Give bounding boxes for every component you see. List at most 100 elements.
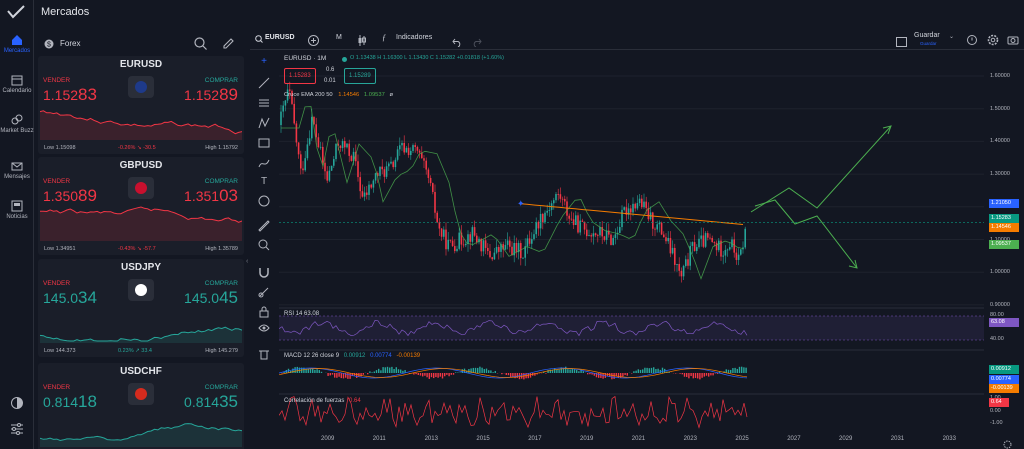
projection-icon[interactable]: [257, 137, 271, 149]
emoji-icon[interactable]: [257, 195, 271, 207]
eye-icon[interactable]: [257, 322, 271, 334]
buy-price-button[interactable]: 1.15289: [344, 68, 376, 84]
macd-histogram-bar: [433, 373, 435, 379]
candle-body: [645, 201, 647, 208]
candle-body: [533, 234, 535, 240]
macd-histogram-bar: [294, 367, 296, 373]
calendar-icon: [11, 75, 23, 86]
marker-icon: ✦: [517, 200, 525, 210]
pattern-icon[interactable]: [257, 117, 271, 129]
candle-body: [636, 203, 639, 209]
candle-body: [414, 145, 416, 147]
brush-icon[interactable]: [257, 157, 271, 169]
nav-item-market-buzz[interactable]: Market Buzz: [0, 114, 34, 135]
bid-price[interactable]: 1.35089: [43, 186, 97, 206]
candle-body: [713, 242, 716, 243]
candle-body: [451, 240, 454, 247]
candle-body: [682, 265, 685, 277]
candle-body: [410, 150, 412, 156]
macd-histogram-bar: [400, 369, 402, 373]
market-card[interactable]: USDJPY VENDER COMPRAR 145.034 145.045 Low 144…: [38, 259, 244, 357]
flag-disc: [135, 182, 147, 194]
lock-icon[interactable]: [257, 306, 271, 318]
svg-text:$: $: [47, 42, 51, 49]
sell-price-button[interactable]: 1.15283: [284, 68, 316, 84]
axis-settings-icon[interactable]: [1003, 436, 1012, 449]
market-card[interactable]: GBPUSD VENDER COMPRAR 1.35089 1.35103 Low 1.3…: [38, 157, 244, 255]
lock-drawing-icon[interactable]: [257, 286, 271, 298]
macd-histogram-bar: [598, 373, 600, 378]
bid-price[interactable]: 1.15283: [43, 85, 97, 105]
ask-price[interactable]: 0.81435: [184, 392, 238, 412]
market-card[interactable]: EURUSD VENDER COMPRAR 1.15283 1.15289 Low 1.1…: [38, 56, 244, 154]
macd-histogram-bar: [422, 373, 424, 377]
macd-histogram-bar: [417, 373, 419, 375]
macd-histogram-bar: [450, 373, 452, 375]
trendline-icon[interactable]: [257, 77, 271, 89]
macd-histogram-bar: [386, 366, 389, 373]
macd-tag: -0.00139: [989, 384, 1019, 393]
camera-icon[interactable]: [1007, 33, 1019, 51]
price-chart[interactable]: ✦: [279, 50, 984, 440]
macd-histogram-bar: [307, 368, 309, 373]
theme-toggle-icon[interactable]: [10, 396, 24, 415]
bid-price[interactable]: 0.81418: [43, 392, 97, 412]
candle-body: [447, 239, 449, 250]
ask-price[interactable]: 1.15289: [184, 85, 238, 105]
macd-histogram-bar: [626, 373, 628, 376]
candle-type-icon[interactable]: [357, 33, 367, 51]
collapse-panel-icon[interactable]: ‹: [246, 258, 248, 265]
magnet-icon[interactable]: [257, 266, 271, 278]
nav-item-mercados[interactable]: Mercados: [0, 34, 34, 55]
bid-price[interactable]: 145.034: [43, 288, 97, 308]
macd-value-2: 0.00774: [370, 353, 392, 359]
market-card[interactable]: USDCHF VENDER COMPRAR 0.81418 0.81435: [38, 363, 244, 449]
candle-body: [449, 239, 452, 241]
search-icon[interactable]: [194, 37, 207, 55]
fib-icon[interactable]: [257, 97, 271, 109]
zoom-in-icon[interactable]: [257, 239, 271, 251]
nav-item-noticias[interactable]: Noticias: [0, 200, 34, 221]
candle-body: [575, 215, 577, 226]
text-icon[interactable]: T: [257, 176, 271, 188]
gear-icon[interactable]: [987, 33, 999, 51]
interval-button[interactable]: M: [336, 34, 342, 41]
alert-icon[interactable]: [966, 33, 978, 51]
candle-body: [744, 228, 746, 248]
add-symbol-icon[interactable]: [308, 33, 319, 51]
trash-icon[interactable]: [257, 348, 271, 360]
cf-label: Correlación de fuerzas: [284, 398, 345, 404]
macd-value-3: -0.00139: [396, 353, 421, 359]
price-axis[interactable]: 1.600001.500001.400001.300001.200001.100…: [984, 50, 1024, 440]
candle-body: [495, 247, 498, 253]
settings-sliders-icon[interactable]: [10, 422, 24, 441]
ask-price[interactable]: 145.045: [184, 288, 238, 308]
edit-icon[interactable]: [222, 37, 235, 55]
ask-price[interactable]: 1.35103: [184, 186, 238, 206]
candle-body: [555, 194, 557, 201]
nav-item-mensajes[interactable]: Mensajes: [0, 160, 34, 181]
macd-histogram-bar: [587, 373, 589, 375]
candle-body: [669, 237, 672, 254]
candle-body: [381, 166, 383, 170]
macd-histogram-bar: [448, 373, 450, 377]
candle-body: [660, 222, 663, 235]
candle-body: [638, 198, 641, 204]
macd-histogram-bar: [296, 366, 298, 373]
buy-label: COMPRAR: [204, 384, 238, 391]
nav-item-calendario[interactable]: Calendario: [0, 74, 34, 95]
nav-label: Market Buzz: [0, 128, 34, 134]
macd-label: MACD 12 26 close 9: [284, 353, 340, 359]
spread-bottom: 0.01: [324, 78, 336, 84]
time-tick: 2033: [942, 436, 956, 442]
price-tag: 1.14546: [989, 222, 1019, 232]
sparkline-chart: [40, 423, 242, 447]
ruler-icon[interactable]: [257, 220, 271, 232]
candle-body: [304, 158, 306, 171]
time-axis[interactable]: 2009 2011 2013 2015 2017 2019 2021 2023 2025 2027…: [279, 432, 984, 449]
macd-histogram-bar: [576, 370, 578, 373]
save-button[interactable]: Guardar Guardar ⌄: [914, 30, 958, 48]
macd-histogram-bar: [320, 371, 323, 373]
crosshair-icon[interactable]: +: [257, 56, 271, 68]
candle-body: [623, 207, 625, 210]
